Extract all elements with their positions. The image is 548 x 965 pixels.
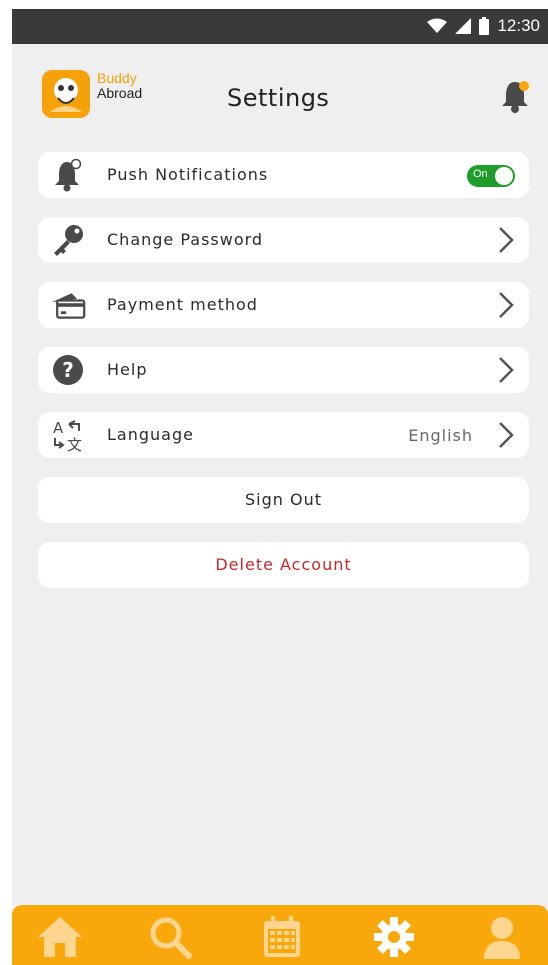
help-label: Help [107, 360, 148, 379]
home-icon [38, 917, 82, 957]
brand-line2: Abroad [97, 85, 143, 101]
brand-name: Buddy Abroad [97, 71, 142, 101]
gear-icon [374, 917, 414, 957]
tab-home[interactable] [32, 913, 88, 961]
svg-text:A: A [53, 419, 64, 437]
battery-icon [479, 17, 490, 35]
language-value: English [408, 426, 473, 445]
calendar-icon [264, 916, 300, 957]
help-icon: ? [50, 353, 86, 387]
page-title: Settings [227, 84, 330, 112]
push-notifications-row: Push Notifications On [38, 152, 529, 198]
wifi-icon [427, 18, 448, 33]
bell-icon [50, 158, 86, 192]
language-row[interactable]: A 文 Language English [38, 412, 529, 458]
credit-card-icon [50, 288, 86, 322]
phone-screen: 12:30 Buddy Abroad Settings Push Notific… [12, 9, 548, 965]
tab-calendar[interactable] [254, 913, 310, 961]
sign-out-button[interactable]: Sign Out [38, 477, 529, 523]
toggle-state-label: On [473, 168, 488, 180]
chevron-right-icon [499, 422, 514, 448]
push-notifications-toggle[interactable]: On [467, 165, 515, 187]
change-password-label: Change Password [107, 230, 264, 249]
signal-icon [455, 18, 472, 34]
chevron-right-icon [499, 227, 514, 253]
toggle-knob [495, 167, 513, 185]
payment-method-label: Payment method [107, 295, 258, 314]
tab-search[interactable] [142, 913, 198, 961]
svg-text:?: ? [62, 358, 74, 382]
tab-settings[interactable] [366, 913, 422, 961]
help-row[interactable]: ? Help [38, 347, 529, 393]
tab-profile[interactable] [474, 913, 530, 961]
brand-line1: Buddy [97, 70, 137, 86]
status-bar: 12:30 [12, 9, 548, 44]
bottom-tab-bar [12, 905, 548, 965]
payment-method-row[interactable]: Payment method [38, 282, 529, 328]
svg-text:文: 文 [67, 436, 82, 452]
user-icon [484, 917, 520, 959]
push-notifications-label: Push Notifications [107, 165, 269, 184]
translate-icon: A 文 [50, 418, 86, 452]
chevron-right-icon [499, 292, 514, 318]
delete-account-button[interactable]: Delete Account [38, 542, 529, 588]
buddy-logo-icon [42, 70, 90, 118]
key-icon [50, 223, 86, 257]
chevron-right-icon [499, 357, 514, 383]
status-icons: 12:30 [427, 16, 540, 36]
change-password-row[interactable]: Change Password [38, 217, 529, 263]
language-label: Language [107, 425, 194, 444]
bell-icon[interactable] [500, 78, 530, 114]
status-time: 12:30 [497, 16, 540, 35]
app-header: Buddy Abroad Settings [12, 44, 548, 144]
search-icon [150, 917, 192, 959]
